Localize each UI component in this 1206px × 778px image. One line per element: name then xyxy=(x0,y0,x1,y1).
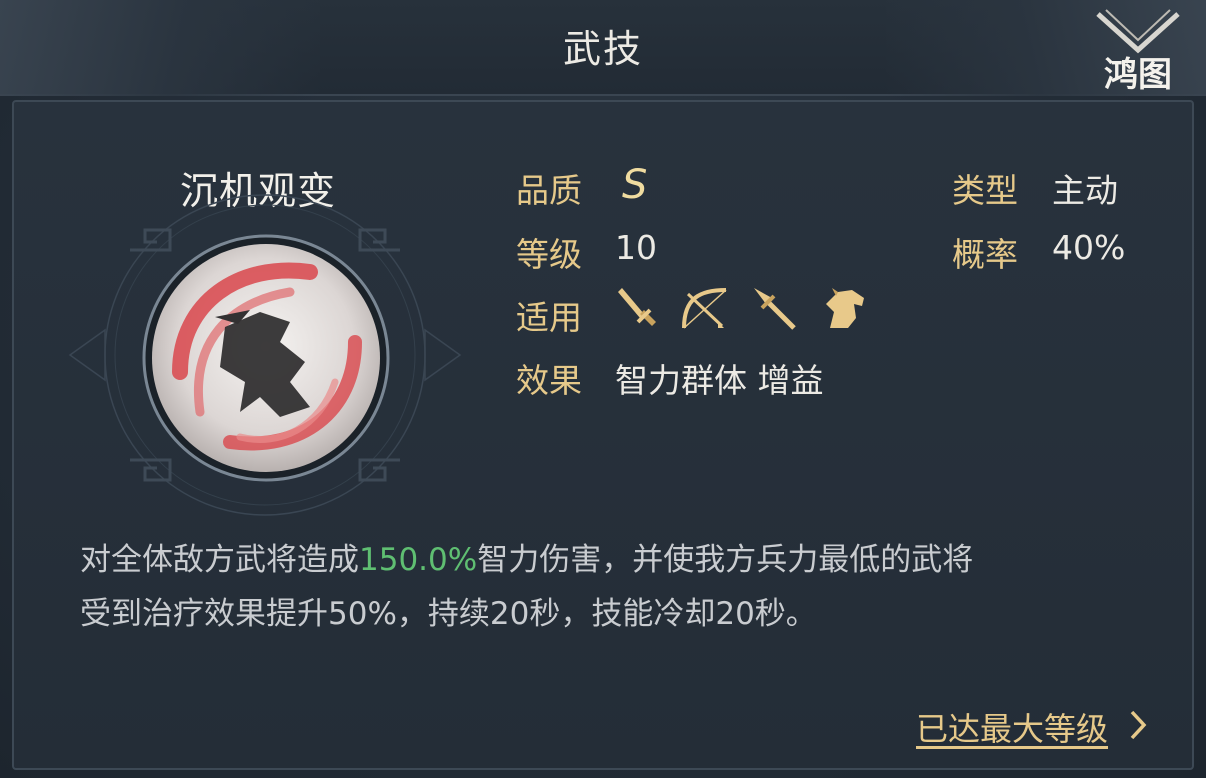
horse-icon xyxy=(826,288,864,328)
page-title: 武技 xyxy=(562,27,643,71)
chance-label: 概率 xyxy=(952,235,1018,274)
skill-description-line-1: 对全体敌方武将造成150.0%智力伤害，并使我方兵力最低的武将 xyxy=(80,534,973,579)
max-level-link[interactable]: 已达最大等级 xyxy=(916,704,1108,750)
applicable-label: 适用 xyxy=(516,298,582,337)
type-value: 主动 xyxy=(1052,171,1118,210)
bow-icon xyxy=(682,288,727,329)
quality-label: 品质 xyxy=(516,171,582,210)
title-bar: 武技 xyxy=(0,0,1206,96)
spear-icon xyxy=(754,288,796,330)
quality-value: S xyxy=(622,162,648,208)
description-prefix: 对全体敌方武将造成 xyxy=(80,542,359,578)
level-value: 10 xyxy=(615,228,657,267)
logo-text: 鸿图 xyxy=(1104,55,1172,95)
sword-icon xyxy=(618,288,656,326)
type-label: 类型 xyxy=(952,171,1018,210)
effect-value: 智力群体 增益 xyxy=(615,361,824,400)
skill-description-line-2: 受到治疗效果提升50%，持续20秒，技能冷却20秒。 xyxy=(80,596,817,632)
level-label: 等级 xyxy=(516,235,582,274)
skill-detail-screen: 武技 鸿图 沉机观变 品质 S 等级 10 适用 效果 智力群体 增益 类型 主… xyxy=(0,0,1206,778)
game-logo: 鸿图 xyxy=(1096,9,1180,95)
chance-value: 40% xyxy=(1052,228,1126,267)
description-suffix: 智力伤害，并使我方兵力最低的武将 xyxy=(477,542,974,578)
chevron-right-icon[interactable] xyxy=(1128,708,1150,742)
damage-percent-highlight: 150.0% xyxy=(359,542,478,578)
skill-icon xyxy=(142,234,390,482)
effect-label: 效果 xyxy=(516,361,582,400)
